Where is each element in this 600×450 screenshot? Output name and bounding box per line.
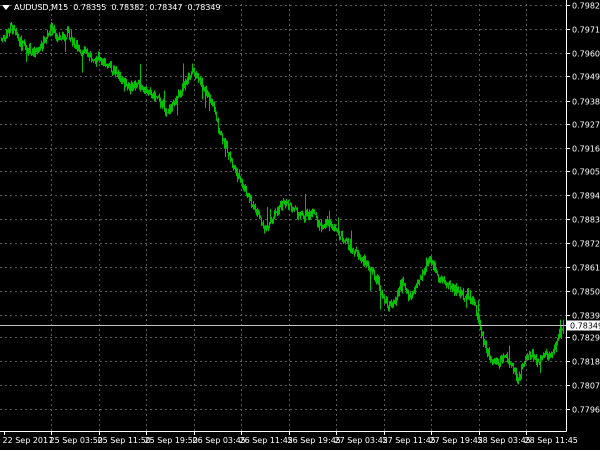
chart-frame [0, 0, 567, 432]
y-tick-label: 0.79055 [572, 168, 600, 177]
x-tick-label: 26 Sep 19:45 [288, 436, 341, 445]
y-tick-label: 0.79380 [572, 98, 600, 107]
x-tick-label: 28 Sep 11:45 [525, 436, 578, 445]
y-tick-label: 0.78945 [572, 192, 600, 201]
y-tick-label: 0.79495 [572, 73, 600, 82]
triangle-down-icon[interactable] [2, 4, 10, 10]
x-tick-label: 28 Sep 03:45 [478, 436, 531, 445]
current-price-tag: 0.78349 [567, 320, 600, 331]
price-chart[interactable]: 0.79820 0.79710 0.79600 0.79495 0.79380 0.792… [0, 0, 600, 450]
y-tick-label: 0.79160 [572, 145, 600, 154]
y-tick-label: 0.78505 [572, 288, 600, 297]
y-tick-label: 0.77960 [572, 406, 600, 415]
time-axis[interactable]: 22 Sep 201725 Sep 03:5025 Sep 11:5025 Se… [3, 431, 578, 445]
symbol-header[interactable]: AUDUSD,M15 0.78355 0.78382 0.78347 0.783… [2, 1, 221, 13]
x-tick-label: 27 Sep 19:45 [430, 436, 483, 445]
y-tick-label: 0.79710 [572, 26, 600, 35]
y-tick-label: 0.78615 [572, 264, 600, 273]
y-tick-label: 0.79270 [572, 121, 600, 130]
y-tick-label: 0.78180 [572, 358, 600, 367]
y-tick-label: 0.79600 [572, 50, 600, 59]
x-tick-label: 25 Sep 03:50 [50, 436, 103, 445]
price-tag-label: 0.78349 [570, 322, 600, 331]
x-tick-label: 27 Sep 11:45 [383, 436, 436, 445]
y-tick-label: 0.78070 [572, 382, 600, 391]
y-tick-label: 0.78725 [572, 240, 600, 249]
x-tick-label: 26 Sep 03:45 [193, 436, 246, 445]
close-price: 0.78349 [187, 2, 221, 12]
y-tick-label: 0.78835 [572, 216, 600, 225]
y-tick-label: 0.78290 [572, 334, 600, 343]
open-price: 0.78355 [73, 2, 107, 12]
x-tick-label: 27 Sep 03:45 [335, 436, 388, 445]
x-tick-label: 22 Sep 2017 [3, 436, 54, 445]
high-price: 0.78382 [111, 2, 145, 12]
x-tick-label: 25 Sep 11:50 [98, 436, 151, 445]
symbol-label: AUDUSD,M15 [14, 2, 69, 12]
chart-grid [0, 4, 566, 431]
x-tick-label: 25 Sep 19:50 [145, 436, 198, 445]
chart-canvas[interactable]: 0.79820 0.79710 0.79600 0.79495 0.79380 0.792… [0, 0, 600, 450]
x-tick-label: 26 Sep 11:45 [240, 436, 293, 445]
low-price: 0.78347 [149, 2, 183, 12]
price-axis[interactable]: 0.79820 0.79710 0.79600 0.79495 0.79380 0.792… [566, 2, 600, 415]
y-tick-label: 0.78395 [572, 312, 600, 321]
y-tick-label: 0.79820 [572, 2, 600, 11]
